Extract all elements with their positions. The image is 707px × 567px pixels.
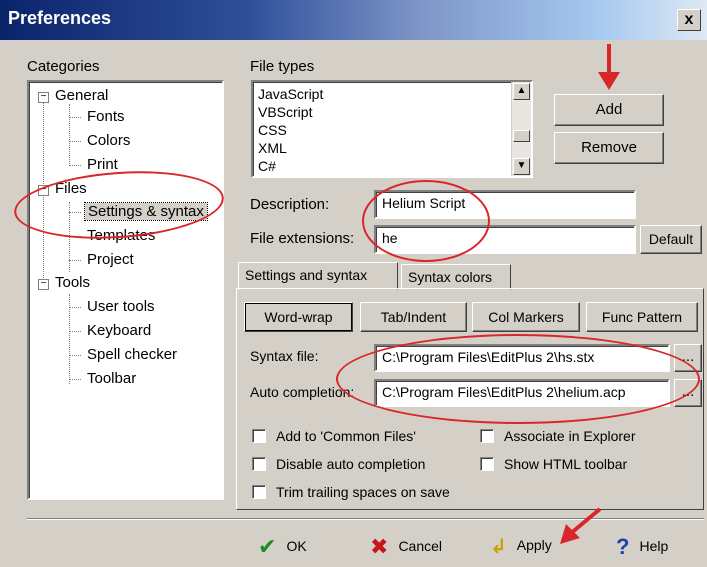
tab-syntax-colors[interactable]: Syntax colors bbox=[401, 264, 511, 290]
cancel-label: Cancel bbox=[398, 538, 443, 554]
file-extensions-input[interactable]: he bbox=[374, 225, 636, 254]
tab-settings-and-syntax[interactable]: Settings and syntax bbox=[238, 262, 398, 290]
help-label: Help bbox=[639, 538, 669, 554]
annotation-arrow-icon bbox=[560, 507, 602, 544]
checkbox-box[interactable] bbox=[252, 429, 266, 443]
check-icon: ✔ bbox=[258, 534, 277, 559]
add-common-files-checkbox[interactable]: Add to 'Common Files' bbox=[252, 428, 416, 444]
show-html-toolbar-checkbox[interactable]: Show HTML toolbar bbox=[480, 456, 627, 472]
list-item[interactable]: JavaScript bbox=[258, 85, 323, 103]
categories-label: Categories bbox=[27, 58, 100, 75]
scroll-down-icon[interactable]: ▼ bbox=[513, 158, 530, 175]
scroll-up-icon[interactable]: ▲ bbox=[513, 83, 530, 100]
checkbox-box[interactable] bbox=[252, 457, 266, 471]
checkbox-box[interactable] bbox=[480, 429, 494, 443]
tree-line bbox=[69, 104, 70, 166]
apply-arrow-icon: ↲ bbox=[490, 536, 507, 558]
default-button[interactable]: Default bbox=[640, 225, 702, 254]
tab-indent-button[interactable]: Tab/Indent bbox=[360, 302, 467, 332]
tree-item-fonts[interactable]: Fonts bbox=[87, 108, 125, 125]
syntax-file-browse-button[interactable]: ... bbox=[674, 344, 702, 372]
remove-button[interactable]: Remove bbox=[554, 132, 664, 164]
description-label: Description: bbox=[250, 196, 330, 213]
tree-item-project[interactable]: Project bbox=[87, 251, 134, 268]
list-item[interactable]: C# bbox=[258, 157, 276, 175]
annotation-arrow-icon bbox=[598, 44, 620, 90]
associate-explorer-checkbox[interactable]: Associate in Explorer bbox=[480, 428, 636, 444]
tree-item-print[interactable]: Print bbox=[87, 156, 118, 173]
auto-completion-input[interactable]: C:\Program Files\EditPlus 2\helium.acp bbox=[374, 379, 670, 407]
auto-completion-browse-button[interactable]: ... bbox=[674, 379, 702, 407]
window-title: Preferences bbox=[8, 8, 112, 28]
tree-item-toolbar[interactable]: Toolbar bbox=[87, 370, 136, 387]
help-button[interactable]: ? Help bbox=[616, 534, 668, 560]
list-item[interactable]: XML bbox=[258, 139, 287, 157]
file-types-label: File types bbox=[250, 58, 315, 75]
checkbox-box[interactable] bbox=[480, 457, 494, 471]
checkbox-label: Trim trailing spaces on save bbox=[276, 484, 450, 500]
x-icon: ✖ bbox=[370, 534, 389, 559]
collapse-tools-icon[interactable]: − bbox=[38, 279, 49, 290]
auto-completion-label: Auto completion: bbox=[250, 384, 355, 400]
checkbox-label: Disable auto completion bbox=[276, 456, 426, 472]
checkbox-label: Associate in Explorer bbox=[504, 428, 636, 444]
scroll-thumb[interactable] bbox=[513, 130, 530, 142]
tree-line bbox=[69, 260, 81, 261]
tree-line bbox=[69, 236, 81, 237]
list-scrollbar[interactable]: ▲ ▼ bbox=[511, 82, 531, 176]
tree-line bbox=[69, 307, 81, 308]
tree-item-user-tools[interactable]: User tools bbox=[87, 298, 155, 315]
collapse-files-icon[interactable]: − bbox=[38, 185, 49, 196]
tree-line bbox=[69, 355, 81, 356]
tree-item-general[interactable]: General bbox=[55, 87, 108, 104]
cancel-button[interactable]: ✖ Cancel bbox=[370, 534, 442, 560]
apply-button[interactable]: ↲ Apply bbox=[490, 534, 552, 559]
syntax-file-input[interactable]: C:\Program Files\EditPlus 2\hs.stx bbox=[374, 344, 670, 372]
checkbox-label: Add to 'Common Files' bbox=[276, 428, 416, 444]
tree-line bbox=[69, 212, 81, 213]
tree-line bbox=[69, 141, 81, 142]
checkbox-box[interactable] bbox=[252, 485, 266, 499]
tree-item-templates[interactable]: Templates bbox=[87, 227, 155, 244]
tree-item-tools[interactable]: Tools bbox=[55, 274, 90, 291]
tree-item-keyboard[interactable]: Keyboard bbox=[87, 322, 151, 339]
tree-line bbox=[69, 117, 81, 118]
add-button[interactable]: Add bbox=[554, 94, 664, 126]
tree-item-files[interactable]: Files bbox=[55, 180, 87, 197]
file-extensions-label: File extensions: bbox=[250, 230, 355, 247]
tree-item-settings-syntax[interactable]: Settings & syntax bbox=[84, 202, 208, 221]
trim-trailing-checkbox[interactable]: Trim trailing spaces on save bbox=[252, 484, 450, 500]
collapse-general-icon[interactable]: − bbox=[38, 92, 49, 103]
disable-auto-completion-checkbox[interactable]: Disable auto completion bbox=[252, 456, 425, 472]
word-wrap-button[interactable]: Word-wrap bbox=[244, 302, 353, 332]
categories-tree[interactable]: − General Fonts Colors Print − Files Set… bbox=[27, 80, 224, 500]
question-icon: ? bbox=[616, 534, 630, 559]
checkbox-label: Show HTML toolbar bbox=[504, 456, 628, 472]
col-markers-button[interactable]: Col Markers bbox=[472, 302, 580, 332]
apply-label: Apply bbox=[516, 537, 552, 553]
list-item[interactable]: VBScript bbox=[258, 103, 312, 121]
tree-line bbox=[69, 379, 81, 380]
tree-item-spell-checker[interactable]: Spell checker bbox=[87, 346, 177, 363]
list-item[interactable]: CSS bbox=[258, 121, 287, 139]
file-types-list[interactable]: JavaScript VBScript CSS XML C# ▲ ▼ bbox=[251, 80, 533, 178]
description-input[interactable]: Helium Script bbox=[374, 190, 636, 219]
func-pattern-button[interactable]: Func Pattern bbox=[586, 302, 698, 332]
ok-label: OK bbox=[286, 538, 307, 554]
tree-line bbox=[69, 165, 81, 166]
ok-button[interactable]: ✔ OK bbox=[258, 534, 307, 560]
syntax-file-label: Syntax file: bbox=[250, 348, 319, 364]
close-button[interactable]: x bbox=[677, 9, 701, 31]
tree-item-colors[interactable]: Colors bbox=[87, 132, 130, 149]
tree-line bbox=[69, 331, 81, 332]
title-bar: Preferences x bbox=[0, 0, 707, 40]
